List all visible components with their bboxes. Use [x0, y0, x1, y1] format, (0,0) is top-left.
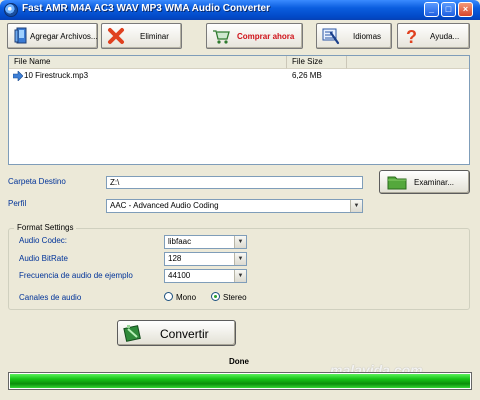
- chevron-down-icon[interactable]: ▼: [350, 200, 362, 212]
- audio-channels-label: Canales de audio: [19, 293, 82, 302]
- help-label: Ayuda...: [430, 32, 460, 41]
- sample-rate-select[interactable]: 44100 ▼: [164, 269, 247, 283]
- output-folder-input[interactable]: Z:\: [106, 176, 363, 189]
- close-button[interactable]: ×: [458, 2, 473, 17]
- audio-codec-value: libfaac: [168, 237, 192, 246]
- profile-value: AAC - Advanced Audio Coding: [110, 201, 219, 210]
- audio-bitrate-value: 128: [168, 254, 182, 263]
- chevron-down-icon[interactable]: ▼: [234, 270, 246, 282]
- audio-codec-label: Audio Codec:: [19, 236, 68, 245]
- chevron-down-icon[interactable]: ▼: [234, 253, 246, 265]
- languages-button[interactable]: Idiomas: [316, 23, 392, 49]
- mono-radio[interactable]: [164, 292, 173, 301]
- buy-now-label: Comprar ahora: [237, 32, 295, 41]
- convert-button[interactable]: Convertir: [117, 320, 236, 346]
- sample-rate-value: 44100: [168, 271, 191, 280]
- buy-now-button[interactable]: Comprar ahora: [206, 23, 303, 49]
- profile-select[interactable]: AAC - Advanced Audio Coding ▼: [106, 199, 363, 213]
- chevron-down-icon[interactable]: ▼: [234, 236, 246, 248]
- audio-codec-select[interactable]: libfaac ▼: [164, 235, 247, 249]
- delete-label: Eliminar: [140, 32, 169, 41]
- help-button[interactable]: ? Ayuda...: [397, 23, 470, 49]
- delete-x-icon: [108, 28, 124, 44]
- minimize-button[interactable]: _: [424, 2, 439, 17]
- status-text: Done: [229, 357, 249, 366]
- title-bar: Fast AMR M4A AC3 WAV MP3 WMA Audio Conve…: [0, 0, 480, 20]
- delete-button[interactable]: Eliminar: [101, 23, 182, 49]
- convert-label: Convertir: [160, 327, 209, 341]
- stereo-radio[interactable]: [211, 292, 220, 301]
- stereo-label: Stereo: [223, 293, 247, 302]
- convert-film-icon: [123, 325, 141, 342]
- language-icon: [322, 28, 340, 45]
- window-title: Fast AMR M4A AC3 WAV MP3 WMA Audio Conve…: [22, 3, 270, 14]
- maximize-button[interactable]: □: [441, 2, 456, 17]
- progress-fill: [10, 374, 470, 388]
- arrow-right-icon: [13, 71, 23, 81]
- audio-bitrate-label: Audio BitRate: [19, 254, 68, 263]
- svg-text:?: ?: [406, 27, 417, 45]
- progress-bar: [8, 372, 472, 390]
- languages-label: Idiomas: [353, 32, 382, 41]
- file-name-cell: 10 Firestruck.mp3: [24, 71, 89, 80]
- profile-label: Perfil: [8, 199, 27, 208]
- app-icon: [4, 3, 18, 17]
- format-settings-title: Format Settings: [14, 223, 77, 232]
- mono-label: Mono: [176, 293, 197, 302]
- add-files-button[interactable]: Agregar Archivos...: [7, 23, 98, 49]
- browse-label: Examinar...: [414, 178, 455, 187]
- table-row[interactable]: 10 Firestruck.mp3 6,26 MB: [9, 56, 469, 84]
- output-folder-label: Carpeta Destino: [8, 177, 66, 186]
- browse-button[interactable]: Examinar...: [379, 170, 470, 194]
- add-files-label: Agregar Archivos...: [30, 32, 98, 41]
- file-add-icon: [14, 27, 27, 44]
- file-list[interactable]: File Name File Size 10 Firestruck.mp3 6,…: [8, 55, 470, 165]
- shopping-cart-icon: [213, 30, 230, 44]
- help-question-icon: ?: [406, 27, 417, 45]
- file-size-cell: 6,26 MB: [292, 71, 322, 80]
- sample-rate-label: Frecuencia de audio de ejemplo: [19, 271, 133, 280]
- audio-bitrate-select[interactable]: 128 ▼: [164, 252, 247, 266]
- folder-icon: [387, 176, 407, 190]
